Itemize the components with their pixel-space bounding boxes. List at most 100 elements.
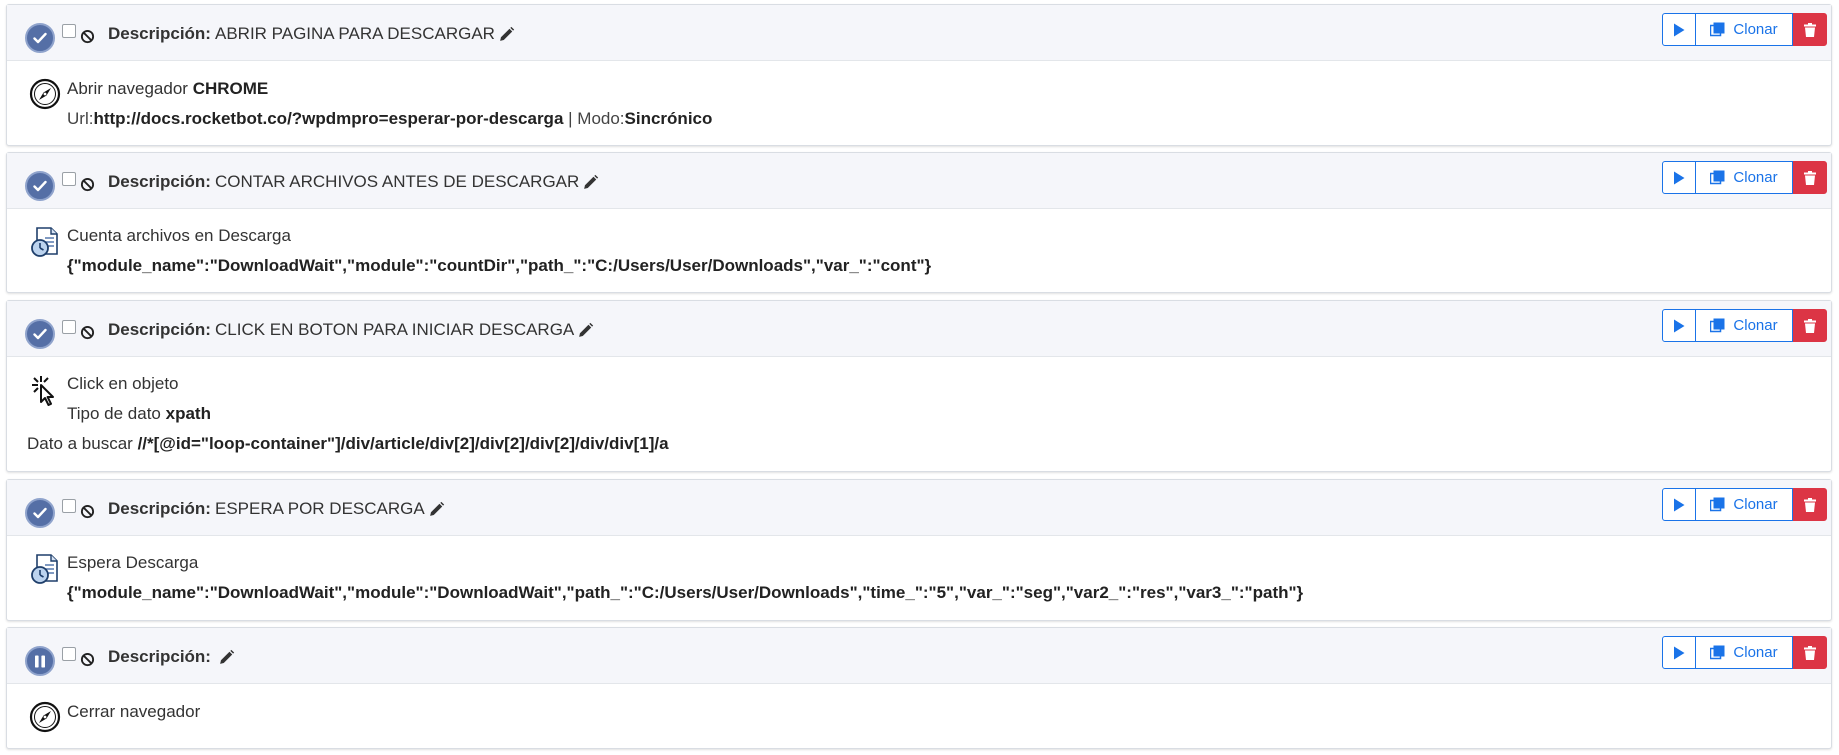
enabled-status-toggle[interactable] bbox=[25, 23, 55, 53]
command-card-1: Descripción: ABRIR PAGINA PARA DESCARGAR… bbox=[6, 4, 1832, 146]
params-json: {"module_name":"DownloadWait","module":"… bbox=[67, 256, 932, 275]
run-button[interactable] bbox=[1662, 161, 1696, 194]
command-header: Descripción: CLICK EN BOTON PARA INICIAR… bbox=[7, 301, 1831, 357]
data-type-line: Tipo de dato xpath bbox=[67, 403, 211, 425]
command-title: Espera Descarga bbox=[67, 553, 199, 572]
description-label: Descripción: bbox=[108, 24, 211, 43]
command-title: Cuenta archivos en Descarga bbox=[67, 226, 291, 245]
command-params: Url:http://docs.rocketbot.co/?wpdmpro=es… bbox=[67, 108, 712, 130]
pencil-icon[interactable] bbox=[582, 174, 599, 191]
pencil-icon[interactable] bbox=[428, 501, 445, 518]
command-card-5: Descripción: Clonar Cerrar navegador bbox=[6, 627, 1832, 749]
params-json: {"module_name":"DownloadWait","module":"… bbox=[67, 583, 1304, 602]
select-checkbox[interactable] bbox=[62, 647, 76, 661]
clone-label: Clonar bbox=[1733, 169, 1778, 186]
run-button[interactable] bbox=[1662, 13, 1696, 46]
run-button[interactable] bbox=[1662, 636, 1696, 669]
description: Descripción: bbox=[108, 646, 235, 668]
paused-status-toggle[interactable] bbox=[25, 646, 55, 676]
run-button[interactable] bbox=[1662, 309, 1696, 342]
check-icon bbox=[33, 507, 47, 519]
clone-icon bbox=[1710, 497, 1725, 512]
enabled-status-toggle[interactable] bbox=[25, 498, 55, 528]
command-header: Descripción: CONTAR ARCHIVOS ANTES DE DE… bbox=[7, 153, 1831, 209]
clone-label: Clonar bbox=[1733, 496, 1778, 513]
file-clock-icon bbox=[31, 227, 58, 257]
play-icon bbox=[1674, 646, 1685, 659]
command-title: Click en objeto bbox=[67, 374, 179, 393]
select-checkbox[interactable] bbox=[62, 499, 76, 513]
command-card-4: Descripción: ESPERA POR DESCARGA Clonar … bbox=[6, 479, 1832, 621]
select-checkbox[interactable] bbox=[62, 172, 76, 186]
clone-icon bbox=[1710, 170, 1725, 185]
check-icon bbox=[33, 32, 47, 44]
trash-icon bbox=[1804, 318, 1816, 333]
run-button[interactable] bbox=[1662, 488, 1696, 521]
separator: | bbox=[563, 109, 578, 128]
delete-button[interactable] bbox=[1793, 636, 1827, 669]
command-actions: Clonar bbox=[1662, 13, 1827, 46]
command-params: {"module_name":"DownloadWait","module":"… bbox=[67, 255, 931, 277]
trash-icon bbox=[1804, 497, 1816, 512]
clone-icon bbox=[1710, 645, 1725, 660]
description-value: ABRIR PAGINA PARA DESCARGAR bbox=[214, 24, 495, 43]
search-data-label: Dato a buscar bbox=[27, 434, 138, 453]
command-title-text: Abrir navegador bbox=[67, 79, 193, 98]
clone-button[interactable]: Clonar bbox=[1696, 13, 1793, 46]
disable-icon[interactable] bbox=[80, 325, 95, 340]
trash-icon bbox=[1804, 22, 1816, 37]
pencil-icon[interactable] bbox=[498, 26, 515, 43]
clone-button[interactable]: Clonar bbox=[1696, 309, 1793, 342]
command-header: Descripción: Clonar bbox=[7, 628, 1831, 684]
disable-icon[interactable] bbox=[80, 504, 95, 519]
clone-button[interactable]: Clonar bbox=[1696, 636, 1793, 669]
search-data-line: Dato a buscar //*[@id="loop-container"]/… bbox=[27, 433, 669, 455]
pencil-icon[interactable] bbox=[218, 649, 235, 666]
description-label: Descripción: bbox=[108, 647, 211, 666]
select-checkbox[interactable] bbox=[62, 24, 76, 38]
delete-button[interactable] bbox=[1793, 13, 1827, 46]
command-actions: Clonar bbox=[1662, 309, 1827, 342]
enabled-status-toggle[interactable] bbox=[25, 171, 55, 201]
description-label: Descripción: bbox=[108, 499, 211, 518]
trash-icon bbox=[1804, 170, 1816, 185]
command-actions: Clonar bbox=[1662, 636, 1827, 669]
command-list: Descripción: ABRIR PAGINA PARA DESCARGAR… bbox=[0, 0, 1839, 755]
clone-label: Clonar bbox=[1733, 644, 1778, 661]
command-title: Cerrar navegador bbox=[67, 702, 201, 721]
search-data-value: //*[@id="loop-container"]/div/article/di… bbox=[137, 434, 669, 453]
description-label: Descripción: bbox=[108, 172, 211, 191]
command-title: Abrir navegador CHROME bbox=[67, 78, 268, 100]
description-value: ESPERA POR DESCARGA bbox=[214, 499, 425, 518]
command-params: {"module_name":"DownloadWait","module":"… bbox=[67, 582, 1303, 604]
pencil-icon[interactable] bbox=[577, 322, 594, 339]
delete-button[interactable] bbox=[1793, 161, 1827, 194]
command-card-3: Descripción: CLICK EN BOTON PARA INICIAR… bbox=[6, 300, 1832, 472]
enabled-status-toggle[interactable] bbox=[25, 319, 55, 349]
select-checkbox[interactable] bbox=[62, 320, 76, 334]
mode-label: Modo: bbox=[577, 109, 625, 128]
play-icon bbox=[1674, 23, 1685, 36]
disable-icon[interactable] bbox=[80, 652, 95, 667]
file-clock-icon bbox=[31, 554, 58, 584]
description: Descripción: ABRIR PAGINA PARA DESCARGAR bbox=[108, 23, 515, 45]
delete-button[interactable] bbox=[1793, 309, 1827, 342]
disable-icon[interactable] bbox=[80, 29, 95, 44]
clone-icon bbox=[1710, 22, 1725, 37]
command-header: Descripción: ESPERA POR DESCARGA Clonar bbox=[7, 480, 1831, 536]
trash-icon bbox=[1804, 645, 1816, 660]
delete-button[interactable] bbox=[1793, 488, 1827, 521]
browser-name: CHROME bbox=[192, 79, 269, 98]
disable-icon[interactable] bbox=[80, 177, 95, 192]
clone-label: Clonar bbox=[1733, 317, 1778, 334]
clone-button[interactable]: Clonar bbox=[1696, 488, 1793, 521]
description-label: Descripción: bbox=[108, 320, 211, 339]
clone-icon bbox=[1710, 318, 1725, 333]
description: Descripción: CLICK EN BOTON PARA INICIAR… bbox=[108, 319, 594, 341]
compass-icon bbox=[29, 701, 61, 733]
check-icon bbox=[33, 328, 47, 340]
command-card-2: Descripción: CONTAR ARCHIVOS ANTES DE DE… bbox=[6, 152, 1832, 293]
pause-icon bbox=[35, 655, 45, 667]
play-icon bbox=[1674, 498, 1685, 511]
clone-button[interactable]: Clonar bbox=[1696, 161, 1793, 194]
